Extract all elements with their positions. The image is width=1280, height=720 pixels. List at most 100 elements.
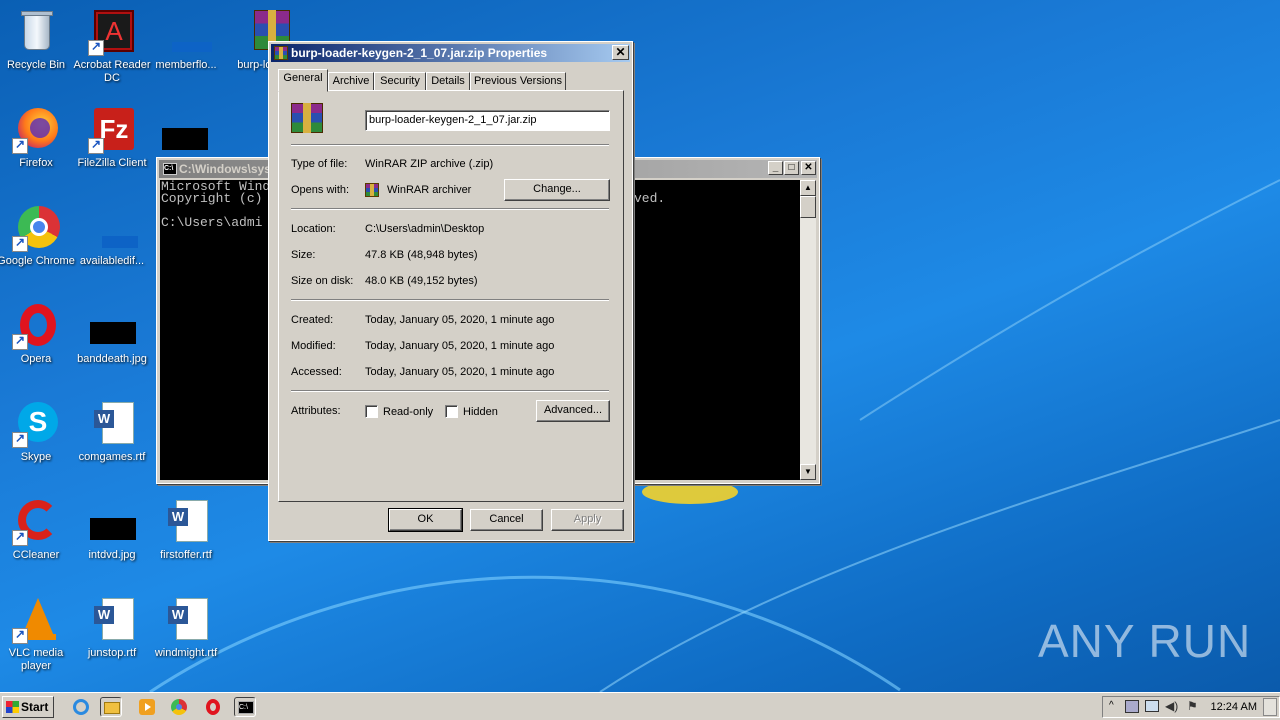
start-button[interactable]: Start	[2, 696, 54, 718]
shortcut-arrow-icon	[88, 39, 104, 56]
advanced-button[interactable]: Advanced...	[536, 400, 610, 422]
accessed-value: Today, January 05, 2020, 1 minute ago	[365, 366, 555, 378]
desktop-icon-label: memberflo...	[155, 59, 217, 71]
minimize-button[interactable]: _	[768, 161, 783, 175]
desktop-icon-firstoffer[interactable]: W firstoffer.rtf	[146, 498, 226, 562]
hidden-checkbox[interactable]	[445, 405, 458, 418]
file-icon	[162, 8, 212, 56]
console-icon: C:\	[163, 163, 177, 175]
chevron-up-icon[interactable]: ^	[1109, 700, 1114, 711]
tab-security[interactable]: Security	[374, 72, 426, 91]
desktop-icon-acrobat[interactable]: A Acrobat Reader DC	[72, 8, 152, 85]
dialog-title: burp-loader-keygen-2_1_07.jar.zip Proper…	[291, 46, 548, 60]
general-panel	[278, 90, 624, 502]
close-button[interactable]: ✕	[801, 161, 816, 175]
winrar-icon	[365, 183, 379, 197]
desktop-icon-availabledif[interactable]: availabledif...	[72, 204, 152, 268]
desktop-icon-filezilla[interactable]: Fz FileZilla Client	[72, 106, 152, 170]
console-taskbar-icon[interactable]: C:\	[234, 697, 256, 717]
location-label: Location:	[291, 223, 336, 235]
ie-icon[interactable]	[70, 697, 92, 717]
change-button[interactable]: Change...	[504, 179, 610, 201]
divider	[291, 208, 609, 210]
tab-archive[interactable]: Archive	[328, 72, 374, 91]
acrobat-reader-icon: A	[88, 8, 136, 56]
attributes-label: Attributes:	[291, 405, 341, 417]
monitor-icon[interactable]	[1145, 700, 1159, 712]
word-document-icon: W	[162, 498, 210, 546]
desktop-icon-junstop[interactable]: W junstop.rtf	[72, 596, 152, 660]
show-desktop-button[interactable]	[1263, 698, 1277, 716]
properties-dialog[interactable]: burp-loader-keygen-2_1_07.jar.zip Proper…	[268, 41, 633, 541]
clock[interactable]: 12:24 AM	[1211, 701, 1257, 713]
apply-button[interactable]: Apply	[551, 509, 624, 531]
volume-icon[interactable]: ◀)	[1165, 699, 1178, 713]
word-document-icon: W	[88, 596, 136, 644]
explorer-icon[interactable]	[100, 697, 122, 717]
opera-icon	[12, 302, 60, 350]
file-type-icon	[291, 103, 323, 133]
tab-details[interactable]: Details	[426, 72, 470, 91]
scroll-down-icon[interactable]: ▼	[800, 464, 816, 480]
created-value: Today, January 05, 2020, 1 minute ago	[365, 314, 555, 326]
desktop-icon-chrome[interactable]: Google Chrome	[0, 204, 76, 268]
opera-icon[interactable]	[202, 697, 224, 717]
chrome-icon[interactable]	[168, 697, 190, 717]
desktop-icon-recycle-bin[interactable]: Recycle Bin	[0, 8, 76, 72]
desktop-icon-vlc[interactable]: VLC media player	[0, 596, 76, 673]
desktop-icon-label: Opera	[20, 353, 52, 365]
redacted-icon	[162, 128, 208, 150]
readonly-checkbox[interactable]	[365, 405, 378, 418]
ccleaner-icon	[12, 498, 60, 546]
tab-general[interactable]: General	[278, 69, 328, 92]
dialog-titlebar[interactable]: burp-loader-keygen-2_1_07.jar.zip Proper…	[271, 44, 630, 62]
type-value: WinRAR ZIP archive (.zip)	[365, 158, 494, 170]
tab-previous-versions[interactable]: Previous Versions	[470, 72, 566, 91]
shortcut-arrow-icon	[12, 627, 28, 644]
size-on-disk-value: 48.0 KB (49,152 bytes)	[365, 275, 478, 287]
desktop-icon-opera[interactable]: Opera	[0, 302, 76, 366]
hidden-label: Hidden	[463, 406, 498, 418]
start-label: Start	[21, 700, 49, 714]
modified-label: Modified:	[291, 340, 336, 352]
desktop-icon-label: Google Chrome	[0, 255, 75, 267]
location-value: C:\Users\admin\Desktop	[365, 223, 485, 235]
firefox-icon	[12, 106, 60, 154]
word-document-icon: W	[162, 596, 210, 644]
windows-logo-icon	[6, 701, 19, 713]
desktop-icon-comgames[interactable]: W comgames.rtf	[72, 400, 152, 464]
modified-value: Today, January 05, 2020, 1 minute ago	[365, 340, 555, 352]
desktop-icon-windmight[interactable]: W windmight.rtf	[146, 596, 226, 660]
divider	[291, 144, 609, 146]
desktop-icon-label: Skype	[20, 451, 52, 463]
desktop-icon-ccleaner[interactable]: CCleaner	[0, 498, 76, 562]
desktop-icon-label: VLC media player	[8, 647, 64, 672]
desktop-icon-skype[interactable]: S Skype	[0, 400, 76, 464]
cancel-button[interactable]: Cancel	[470, 509, 543, 531]
desktop-icon-banddeath[interactable]: banddeath.jpg	[72, 302, 152, 366]
desktop-icon-intdvd[interactable]: intdvd.jpg	[72, 498, 152, 562]
desktop-icon-firefox[interactable]: Firefox	[0, 106, 76, 170]
filename-field[interactable]: burp-loader-keygen-2_1_07.jar.zip	[365, 110, 610, 131]
scroll-thumb[interactable]	[800, 196, 816, 218]
shortcut-arrow-icon	[88, 137, 104, 154]
network-icon[interactable]	[1125, 700, 1139, 713]
winrar-icon	[274, 46, 288, 60]
close-button[interactable]: ✕	[612, 45, 629, 60]
accessed-label: Accessed:	[291, 366, 342, 378]
anyrun-watermark: ANY RUN	[1038, 615, 1252, 667]
shortcut-arrow-icon	[12, 431, 28, 448]
media-player-icon[interactable]	[136, 697, 158, 717]
desktop-icon-label: CCleaner	[12, 549, 60, 561]
desktop-icon-label: FileZilla Client	[77, 157, 147, 169]
image-file-icon	[88, 302, 136, 350]
opens-with-label: Opens with:	[291, 184, 350, 196]
shortcut-arrow-icon	[12, 333, 28, 350]
desktop-icon-label: Firefox	[19, 157, 53, 169]
flag-icon[interactable]: ⚑	[1187, 699, 1198, 713]
maximize-button[interactable]: □	[784, 161, 799, 175]
scroll-up-icon[interactable]: ▲	[800, 180, 816, 196]
desktop-icon-memberflo[interactable]: memberflo...	[146, 8, 226, 72]
console-scrollbar[interactable]: ▲ ▼	[800, 180, 816, 480]
ok-button[interactable]: OK	[388, 508, 463, 532]
